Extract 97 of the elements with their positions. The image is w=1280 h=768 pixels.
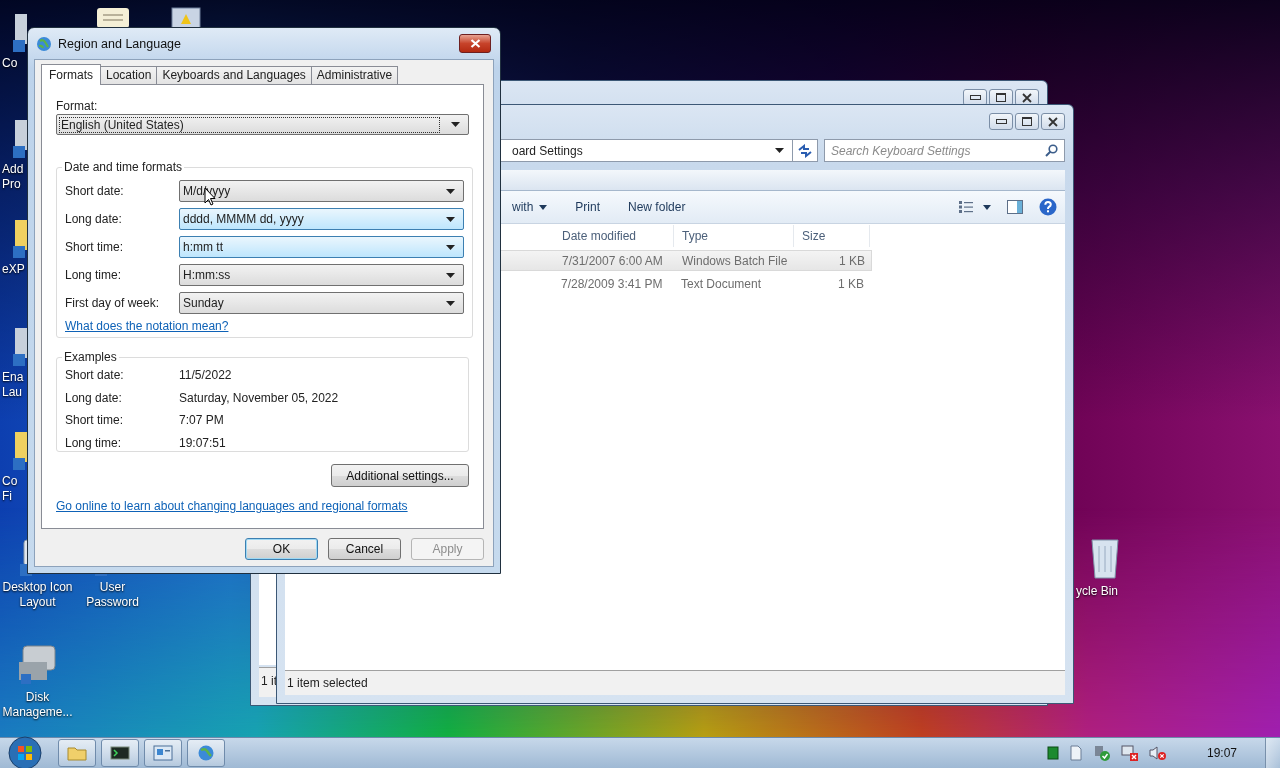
control-panel-taskbar-button[interactable] [144, 739, 182, 767]
globe-icon [196, 744, 216, 762]
search-icon [1045, 144, 1058, 157]
shortcut-icon[interactable] [13, 118, 27, 158]
list-view-icon [959, 201, 991, 213]
start-button[interactable] [8, 736, 42, 768]
column-header[interactable]: Date modified [554, 225, 674, 247]
help-icon [1039, 198, 1057, 216]
document-tray-icon[interactable] [1068, 745, 1083, 761]
network-error-tray-icon[interactable] [1120, 744, 1139, 762]
help-link[interactable]: What does the notation mean? [65, 319, 229, 333]
minimize-button[interactable] [989, 113, 1013, 130]
date-cell-text: 7/31/2007 6:00 AM [561, 253, 664, 268]
dialog-button[interactable]: Cancel [328, 538, 401, 560]
close-icon [1022, 92, 1032, 103]
folder-taskbar-button[interactable] [58, 739, 96, 767]
desktop-icon-label[interactable]: User Password [75, 580, 150, 610]
caret-icon [446, 216, 455, 222]
shortcut-icon[interactable] [13, 430, 27, 470]
globe-taskbar-button[interactable] [187, 739, 225, 767]
panel-window-icon [153, 745, 173, 761]
tab[interactable]: Keyboards and Languages [156, 66, 312, 84]
type-cell-text: Text Document [680, 276, 763, 291]
desktop-icon-label[interactable]: Add Pro [0, 162, 27, 192]
group-title: Date and time formats [63, 160, 184, 174]
column-header[interactable]: Size [794, 225, 870, 247]
close-icon [1048, 116, 1058, 127]
muted-speaker-tray-icon[interactable] [1148, 745, 1167, 761]
example-value: 11/5/2022 [179, 368, 232, 383]
format-dropdown[interactable]: Sunday [179, 292, 464, 314]
desktop-icon-label[interactable]: eXP [0, 262, 25, 277]
desktop-icon-label[interactable]: ycle Bin [1074, 584, 1119, 599]
search-field[interactable]: Search Keyboard Settings [824, 139, 1065, 162]
additional-settings-button[interactable]: Additional settings... [331, 464, 469, 487]
desktop-icon-label[interactable]: Ena Lau [0, 370, 27, 400]
field-label: Long time: [65, 268, 123, 282]
field-label: Short date: [65, 184, 125, 198]
shield-check-tray-icon[interactable] [1092, 744, 1111, 762]
terminal-icon [110, 745, 130, 761]
desktop-icon-label[interactable]: Co [0, 56, 18, 71]
format-dropdown[interactable]: English (United States) [56, 114, 469, 135]
close-button[interactable] [459, 34, 491, 53]
format-dropdown[interactable]: h:mm tt [179, 236, 464, 258]
toolbar-menu-button[interactable]: with [504, 196, 556, 218]
clock[interactable]: 19:07 [1206, 746, 1237, 760]
dialog-button[interactable]: OK [245, 538, 318, 560]
column-header[interactable]: Type [674, 225, 794, 247]
maximize-button[interactable] [1015, 113, 1039, 130]
caret-icon [446, 300, 455, 306]
caret-icon [446, 188, 455, 194]
notebook-icon [170, 6, 202, 28]
windows-logo-icon [8, 736, 42, 768]
close-button[interactable] [1041, 113, 1065, 130]
size-cell-text: 1 KB [838, 253, 866, 268]
app-tray-icon[interactable] [1046, 746, 1059, 760]
example-label: Long time: [65, 435, 123, 450]
close-icon [469, 39, 481, 48]
shortcut-icon[interactable] [13, 326, 27, 366]
tab[interactable]: Administrative [310, 66, 399, 84]
toolbar-button[interactable]: New folder [620, 196, 694, 218]
shortcut-icon[interactable] [13, 12, 27, 52]
desktop-icon-label[interactable]: Desktop Icon Layout [0, 580, 75, 610]
format-dropdown[interactable]: H:mm:ss [179, 264, 464, 286]
show-desktop-button[interactable] [1265, 738, 1280, 768]
refresh-icon [797, 143, 813, 158]
example-label: Short date: [65, 368, 125, 383]
group-title: Examples [63, 350, 118, 364]
size-cell-text: 1 KB [837, 276, 865, 291]
date-cell-text: 7/28/2009 3:41 PM [560, 276, 664, 291]
status-text: 1 item selected [287, 676, 368, 690]
field-label: Format: [56, 99, 99, 113]
document-icon [95, 6, 131, 28]
example-value: 7:07 PM [179, 413, 224, 428]
type-cell-text: Windows Batch File [681, 253, 789, 268]
shortcut-icon[interactable] [13, 218, 27, 258]
caret-icon [539, 204, 548, 210]
field-label: First day of week: [65, 296, 161, 310]
desktop-icon-label[interactable]: Co Fi [0, 474, 27, 504]
desktop-icon-label[interactable]: Disk Manageme... [0, 690, 75, 720]
example-value: Saturday, November 05, 2022 [179, 390, 339, 405]
example-label: Long date: [65, 390, 123, 405]
field-label: Long date: [65, 212, 123, 226]
toolbar-button[interactable]: Print [567, 196, 609, 218]
example-value: 19:07:51 [179, 435, 226, 450]
online-help-link[interactable]: Go online to learn about changing languages and regional formats [56, 499, 408, 513]
field-label: Short time: [65, 240, 125, 254]
tab[interactable]: Formats [41, 64, 101, 85]
format-dropdown[interactable]: dddd, MMMM dd, yyyy [179, 208, 464, 230]
tab[interactable]: Location [100, 66, 158, 84]
pane-icon [1007, 200, 1023, 214]
globe-icon [36, 35, 52, 52]
terminal-taskbar-button[interactable] [101, 739, 139, 767]
example-label: Short time: [65, 413, 125, 428]
caret-icon[interactable] [775, 148, 784, 153]
caret-icon [451, 122, 460, 127]
folder-icon [67, 745, 87, 761]
window-title: Region and Language [58, 36, 183, 51]
